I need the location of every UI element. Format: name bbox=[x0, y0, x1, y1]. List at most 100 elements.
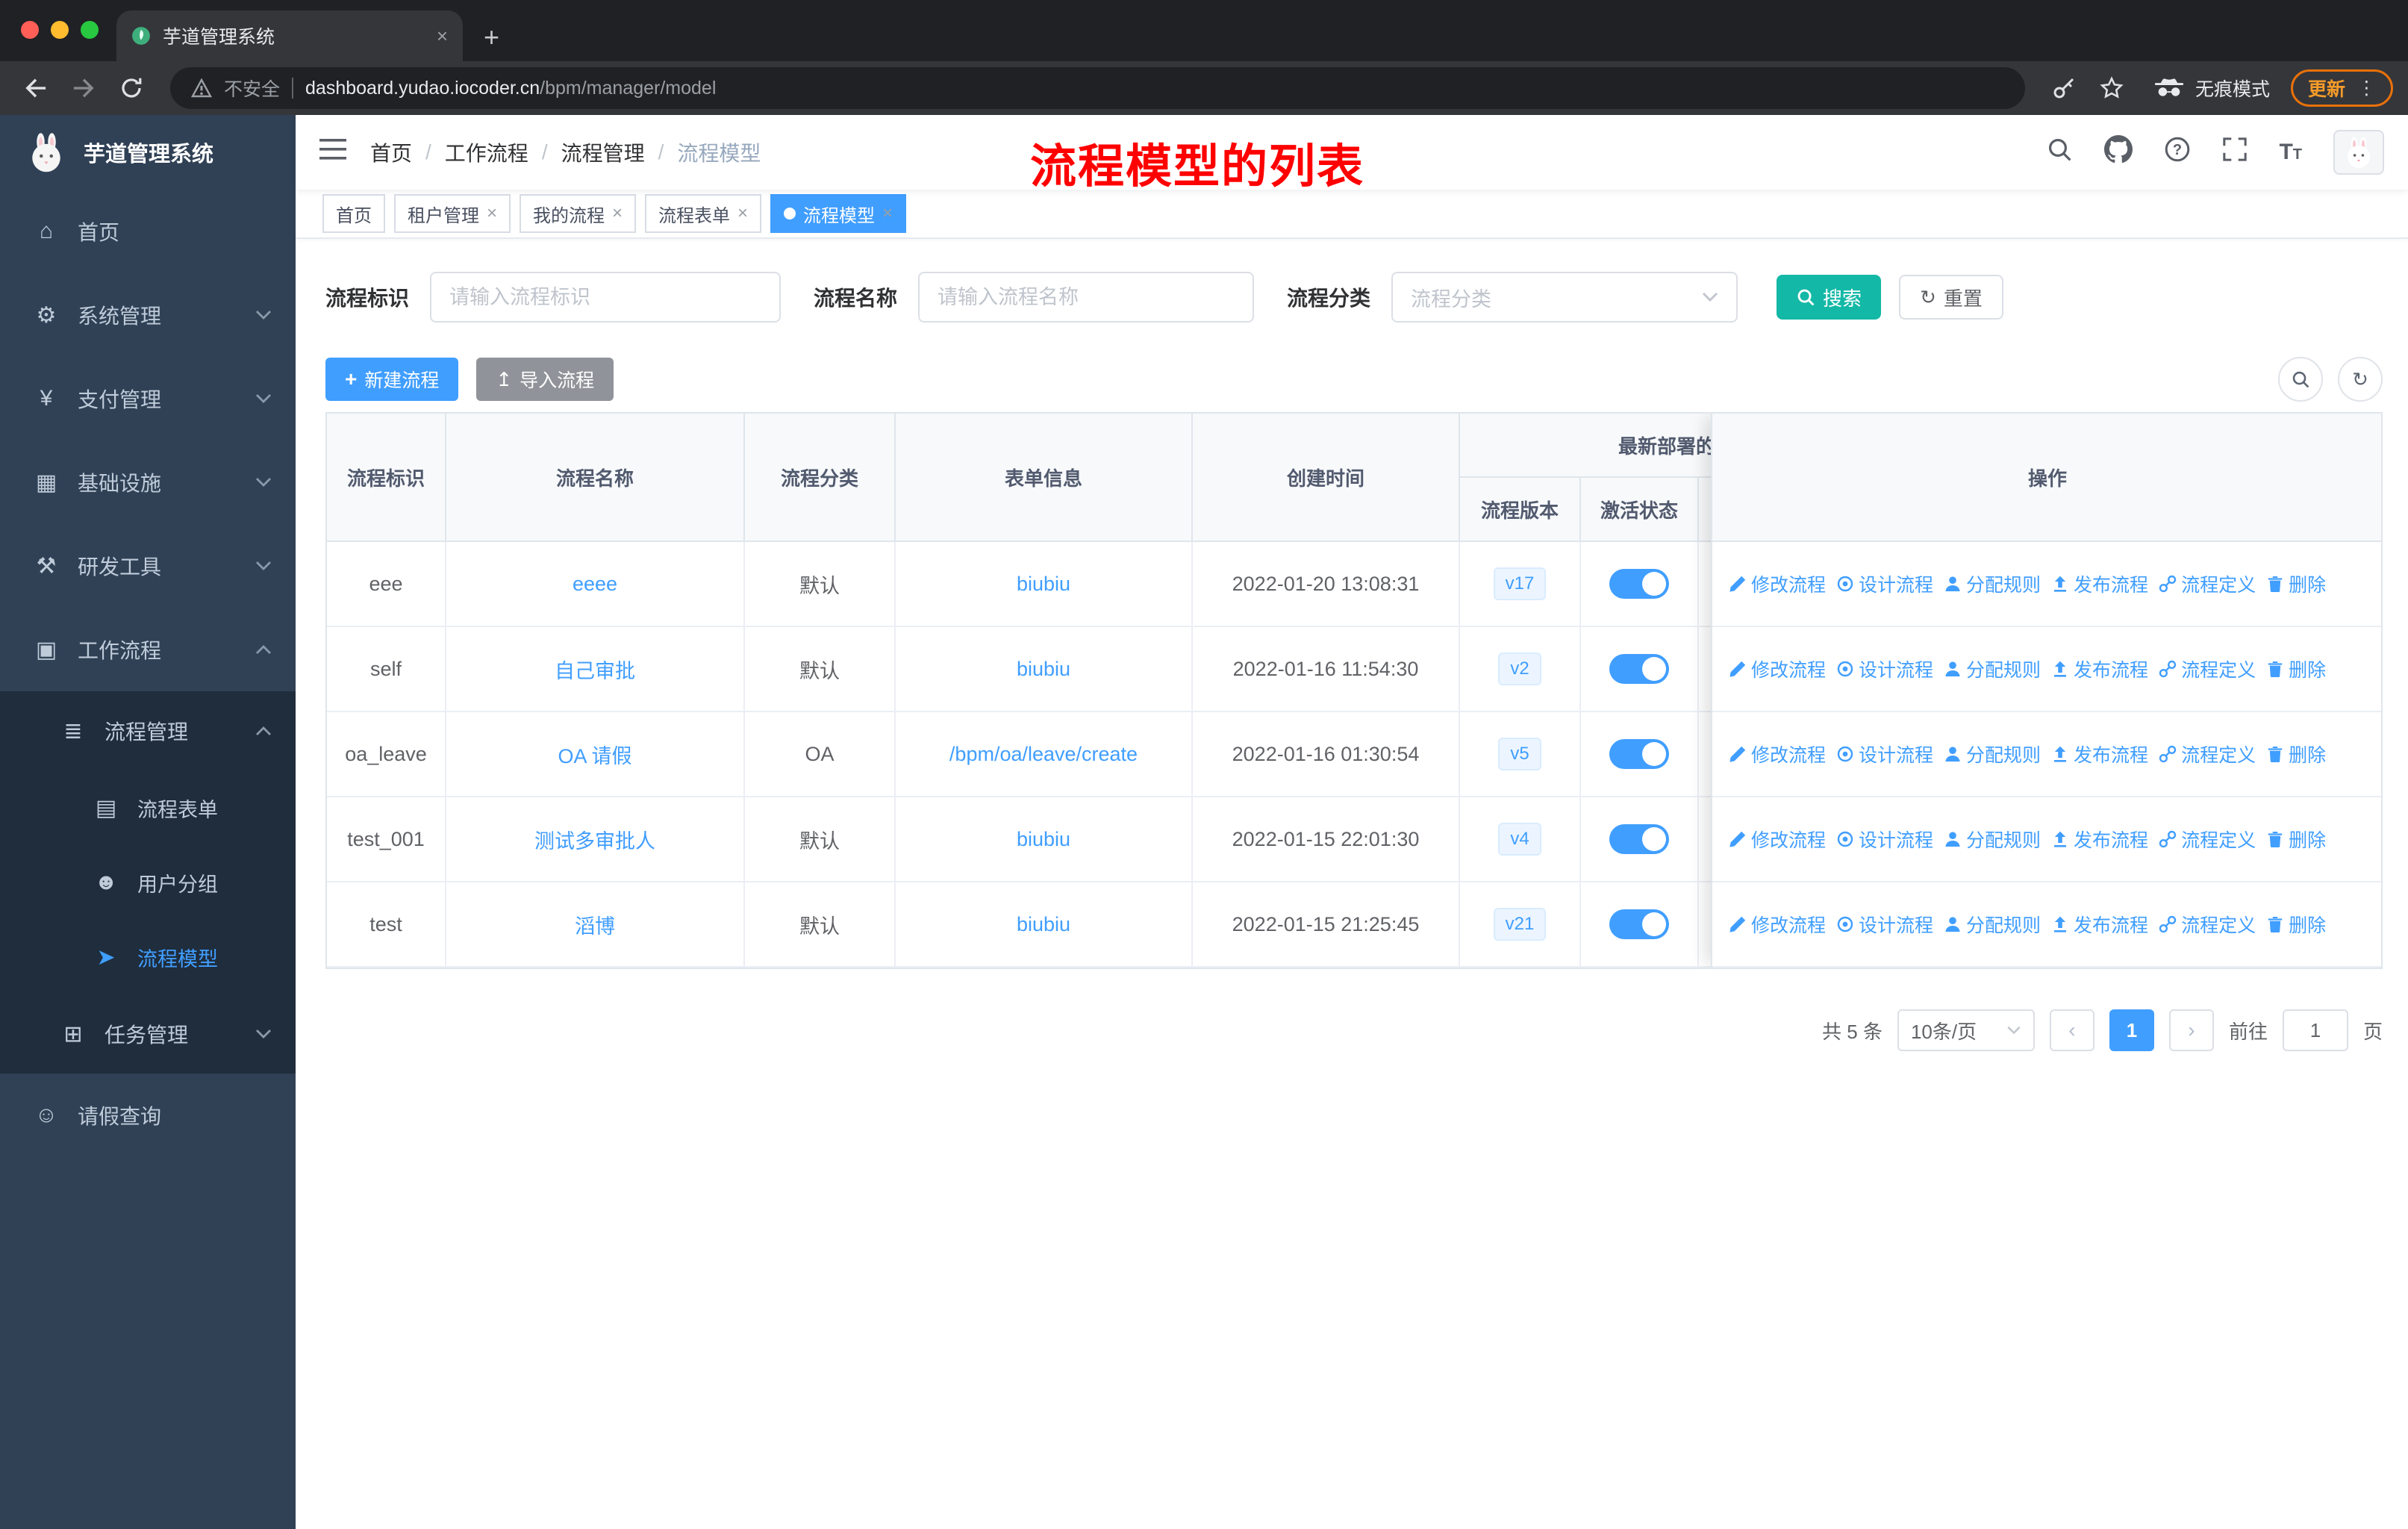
header-search-icon[interactable] bbox=[2046, 136, 2073, 169]
cell-form-info[interactable]: biubiu bbox=[896, 882, 1193, 966]
process-id-input[interactable] bbox=[430, 272, 782, 323]
user-avatar[interactable] bbox=[2333, 130, 2384, 175]
design-process-link[interactable]: 设计流程 bbox=[1836, 570, 1933, 597]
tag-close-icon[interactable] bbox=[612, 205, 623, 222]
next-page-button[interactable] bbox=[2168, 1009, 2214, 1051]
publish-process-link[interactable]: 发布流程 bbox=[2051, 570, 2148, 597]
cell-process-name[interactable]: eeee bbox=[446, 542, 745, 626]
process-name-input[interactable] bbox=[918, 272, 1255, 323]
breadcrumb-workflow[interactable]: 工作流程 bbox=[445, 137, 528, 167]
forward-button[interactable] bbox=[63, 67, 105, 109]
tag-close-icon[interactable] bbox=[487, 205, 497, 222]
active-toggle[interactable] bbox=[1609, 569, 1669, 599]
sidebar-item-home[interactable]: ⌂ 首页 bbox=[0, 190, 296, 273]
publish-process-link[interactable]: 发布流程 bbox=[2051, 655, 2148, 682]
design-process-link[interactable]: 设计流程 bbox=[1836, 911, 1933, 938]
browser-update-button[interactable]: 更新 bbox=[2290, 69, 2393, 107]
process-definition-link[interactable]: 流程定义 bbox=[2159, 741, 2256, 767]
fullscreen-icon[interactable] bbox=[2222, 137, 2248, 168]
delete-link[interactable]: 删除 bbox=[2266, 741, 2326, 767]
cell-process-name[interactable]: OA 请假 bbox=[446, 712, 745, 796]
assign-rule-link[interactable]: 分配规则 bbox=[1944, 741, 2041, 767]
cell-process-name[interactable]: 自己审批 bbox=[446, 627, 745, 711]
sidebar-item-process-mgmt[interactable]: ≣ 流程管理 bbox=[0, 691, 296, 770]
delete-link[interactable]: 删除 bbox=[2266, 570, 2326, 597]
delete-link[interactable]: 删除 bbox=[2266, 826, 2326, 853]
sidebar-item-workflow[interactable]: ▣ 工作流程 bbox=[0, 608, 296, 691]
modify-process-link[interactable]: 修改流程 bbox=[1729, 826, 1826, 853]
cell-form-info[interactable]: biubiu bbox=[896, 627, 1193, 711]
cell-form-info[interactable]: biubiu bbox=[896, 797, 1193, 881]
process-definition-link[interactable]: 流程定义 bbox=[2159, 911, 2256, 938]
process-category-select[interactable]: 流程分类 bbox=[1391, 272, 1738, 323]
tag-process-form[interactable]: 流程表单 bbox=[645, 194, 762, 233]
browser-tab[interactable]: 芋道管理系统 bbox=[116, 10, 463, 61]
modify-process-link[interactable]: 修改流程 bbox=[1729, 570, 1826, 597]
tag-close-icon[interactable] bbox=[882, 205, 893, 222]
assign-rule-link[interactable]: 分配规则 bbox=[1944, 826, 2041, 853]
design-process-link[interactable]: 设计流程 bbox=[1836, 655, 1933, 682]
search-button[interactable]: 搜索 bbox=[1777, 275, 1882, 320]
window-zoom-button[interactable] bbox=[81, 21, 99, 39]
tag-my-process[interactable]: 我的流程 bbox=[520, 194, 637, 233]
modify-process-link[interactable]: 修改流程 bbox=[1729, 741, 1826, 767]
sidebar-item-system[interactable]: ⚙ 系统管理 bbox=[0, 273, 296, 357]
sidebar-item-process-form[interactable]: ▤ 流程表单 bbox=[0, 770, 296, 845]
breadcrumb-process-mgmt[interactable]: 流程管理 bbox=[561, 137, 645, 167]
reload-button[interactable] bbox=[110, 67, 152, 109]
import-process-button[interactable]: 导入流程 bbox=[476, 358, 614, 401]
help-icon[interactable]: ? bbox=[2164, 136, 2191, 169]
page-size-select[interactable]: 10条/页 bbox=[1897, 1009, 2035, 1051]
browser-menu-icon[interactable] bbox=[2357, 77, 2376, 99]
sidebar-item-payment[interactable]: ¥ 支付管理 bbox=[0, 357, 296, 440]
design-process-link[interactable]: 设计流程 bbox=[1836, 826, 1933, 853]
cell-form-info[interactable]: biubiu bbox=[896, 542, 1193, 626]
process-definition-link[interactable]: 流程定义 bbox=[2159, 826, 2256, 853]
process-definition-link[interactable]: 流程定义 bbox=[2159, 655, 2256, 682]
goto-page-input[interactable] bbox=[2282, 1009, 2348, 1051]
sidebar-item-leave-query[interactable]: ☺ 请假查询 bbox=[0, 1074, 296, 1157]
font-size-icon[interactable]: TT bbox=[2279, 140, 2302, 165]
publish-process-link[interactable]: 发布流程 bbox=[2051, 741, 2148, 767]
active-toggle[interactable] bbox=[1609, 909, 1669, 939]
publish-process-link[interactable]: 发布流程 bbox=[2051, 826, 2148, 853]
process-definition-link[interactable]: 流程定义 bbox=[2159, 570, 2256, 597]
sidebar-item-user-group[interactable]: ☻ 用户分组 bbox=[0, 845, 296, 920]
delete-link[interactable]: 删除 bbox=[2266, 911, 2326, 938]
cell-form-info[interactable]: /bpm/oa/leave/create bbox=[896, 712, 1193, 796]
reset-button[interactable]: 重置 bbox=[1899, 275, 2003, 320]
sidebar-item-process-model[interactable]: ➤ 流程模型 bbox=[0, 920, 296, 994]
active-toggle[interactable] bbox=[1609, 824, 1669, 854]
assign-rule-link[interactable]: 分配规则 bbox=[1944, 655, 2041, 682]
tab-close-icon[interactable] bbox=[437, 26, 448, 46]
current-page-button[interactable]: 1 bbox=[2109, 1009, 2154, 1051]
prev-page-button[interactable] bbox=[2049, 1009, 2094, 1051]
design-process-link[interactable]: 设计流程 bbox=[1836, 741, 1933, 767]
assign-rule-link[interactable]: 分配规则 bbox=[1944, 911, 2041, 938]
sidebar-collapse-button[interactable] bbox=[319, 137, 346, 167]
breadcrumb-home[interactable]: 首页 bbox=[370, 137, 412, 167]
window-minimize-button[interactable] bbox=[51, 21, 69, 39]
publish-process-link[interactable]: 发布流程 bbox=[2051, 911, 2148, 938]
cell-process-name[interactable]: 测试多审批人 bbox=[446, 797, 745, 881]
github-icon[interactable] bbox=[2104, 135, 2133, 169]
password-key-icon[interactable] bbox=[2043, 67, 2085, 109]
toggle-search-button[interactable] bbox=[2278, 357, 2323, 402]
tag-close-icon[interactable] bbox=[737, 205, 748, 222]
modify-process-link[interactable]: 修改流程 bbox=[1729, 911, 1826, 938]
back-button[interactable] bbox=[15, 67, 57, 109]
address-bar[interactable]: 不安全 dashboard.yudao.iocoder.cn/bpm/manag… bbox=[170, 67, 2025, 109]
sidebar-item-task-mgmt[interactable]: ⊞ 任务管理 bbox=[0, 994, 296, 1074]
active-toggle[interactable] bbox=[1609, 654, 1669, 684]
cell-process-name[interactable]: 滔博 bbox=[446, 882, 745, 966]
tag-process-model[interactable]: 流程模型 bbox=[770, 194, 907, 233]
modify-process-link[interactable]: 修改流程 bbox=[1729, 655, 1826, 682]
refresh-table-button[interactable] bbox=[2338, 357, 2383, 402]
assign-rule-link[interactable]: 分配规则 bbox=[1944, 570, 2041, 597]
active-toggle[interactable] bbox=[1609, 739, 1669, 769]
delete-link[interactable]: 删除 bbox=[2266, 655, 2326, 682]
tag-home[interactable]: 首页 bbox=[322, 194, 385, 233]
new-tab-button[interactable] bbox=[484, 24, 499, 51]
create-process-button[interactable]: 新建流程 bbox=[325, 358, 459, 401]
sidebar-item-devtools[interactable]: ⚒ 研发工具 bbox=[0, 524, 296, 608]
